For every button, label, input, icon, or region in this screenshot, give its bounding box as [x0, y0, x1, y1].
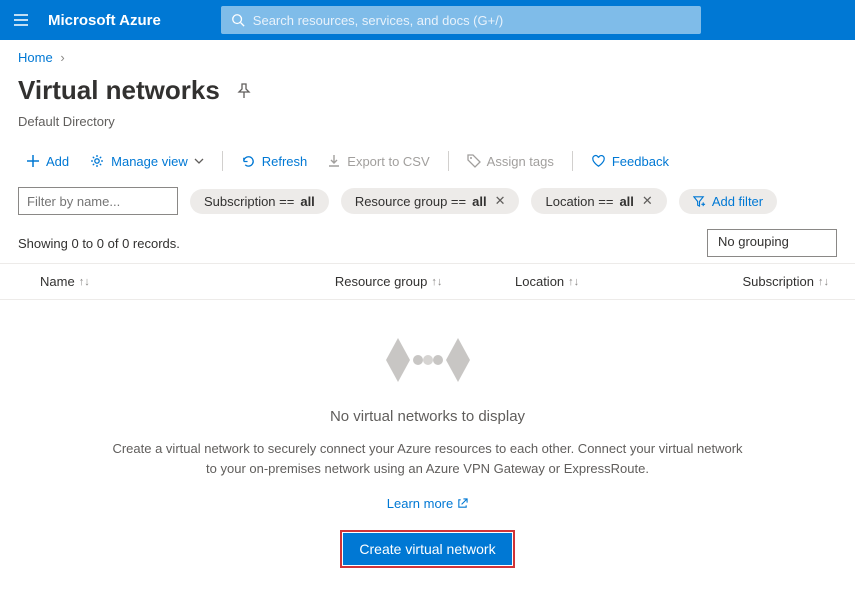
- breadcrumb-home[interactable]: Home: [18, 50, 53, 65]
- close-icon[interactable]: ✕: [495, 193, 506, 209]
- page-title: Virtual networks: [18, 75, 220, 106]
- export-csv-button: Export to CSV: [319, 150, 437, 173]
- filter-bar: Subscription == all Resource group == al…: [0, 179, 855, 223]
- plus-icon: [26, 154, 40, 168]
- filter-resource-group[interactable]: Resource group == all ✕: [341, 188, 520, 214]
- page-subtitle: Default Directory: [0, 114, 855, 143]
- brand-label: Microsoft Azure: [48, 12, 161, 29]
- chevron-down-icon: [194, 156, 204, 166]
- network-icon: [40, 330, 815, 390]
- manage-view-button[interactable]: Manage view: [81, 149, 212, 173]
- tag-icon: [467, 154, 481, 168]
- download-icon: [327, 154, 341, 168]
- add-button[interactable]: Add: [18, 150, 77, 173]
- col-location[interactable]: Location↑↓: [515, 274, 679, 289]
- record-count: Showing 0 to 0 of 0 records.: [18, 236, 180, 251]
- gear-icon: [89, 153, 105, 169]
- breadcrumb: Home ›: [0, 40, 855, 71]
- add-filter-button[interactable]: Add filter: [679, 189, 777, 214]
- col-name[interactable]: Name↑↓: [40, 274, 335, 289]
- empty-state: No virtual networks to display Create a …: [0, 300, 855, 585]
- sort-icon: ↑↓: [431, 276, 442, 288]
- create-virtual-network-button[interactable]: Create virtual network: [343, 533, 511, 565]
- cmd-separator: [572, 151, 573, 171]
- empty-description: Create a virtual network to securely con…: [108, 439, 748, 478]
- refresh-icon: [241, 154, 256, 169]
- breadcrumb-sep: ›: [60, 50, 64, 65]
- heart-icon: [591, 154, 606, 169]
- sort-icon: ↑↓: [568, 276, 579, 288]
- external-link-icon: [457, 498, 468, 509]
- pin-icon[interactable]: [236, 83, 252, 99]
- command-bar: Add Manage view Refresh Export to CSV As…: [0, 143, 855, 179]
- close-icon[interactable]: ✕: [642, 193, 653, 209]
- search-box[interactable]: [221, 6, 701, 34]
- col-resource-group[interactable]: Resource group↑↓: [335, 274, 515, 289]
- filter-subscription[interactable]: Subscription == all: [190, 189, 329, 214]
- hamburger-icon[interactable]: [12, 11, 30, 29]
- sort-icon: ↑↓: [79, 276, 90, 288]
- grouping-select[interactable]: No grouping: [707, 229, 837, 257]
- learn-more-link[interactable]: Learn more: [387, 496, 468, 511]
- refresh-button[interactable]: Refresh: [233, 150, 316, 173]
- sort-icon: ↑↓: [818, 276, 829, 288]
- assign-tags-button: Assign tags: [459, 150, 562, 173]
- filter-name-input[interactable]: [18, 187, 178, 215]
- col-subscription[interactable]: Subscription↑↓: [679, 274, 829, 289]
- cmd-separator: [448, 151, 449, 171]
- empty-title: No virtual networks to display: [40, 408, 815, 425]
- filter-location[interactable]: Location == all ✕: [531, 188, 666, 214]
- search-input[interactable]: [253, 13, 691, 28]
- cmd-separator: [222, 151, 223, 171]
- table-header: Name↑↓ Resource group↑↓ Location↑↓ Subsc…: [0, 263, 855, 300]
- search-icon: [231, 13, 245, 27]
- filter-plus-icon: [693, 195, 706, 208]
- feedback-button[interactable]: Feedback: [583, 150, 677, 173]
